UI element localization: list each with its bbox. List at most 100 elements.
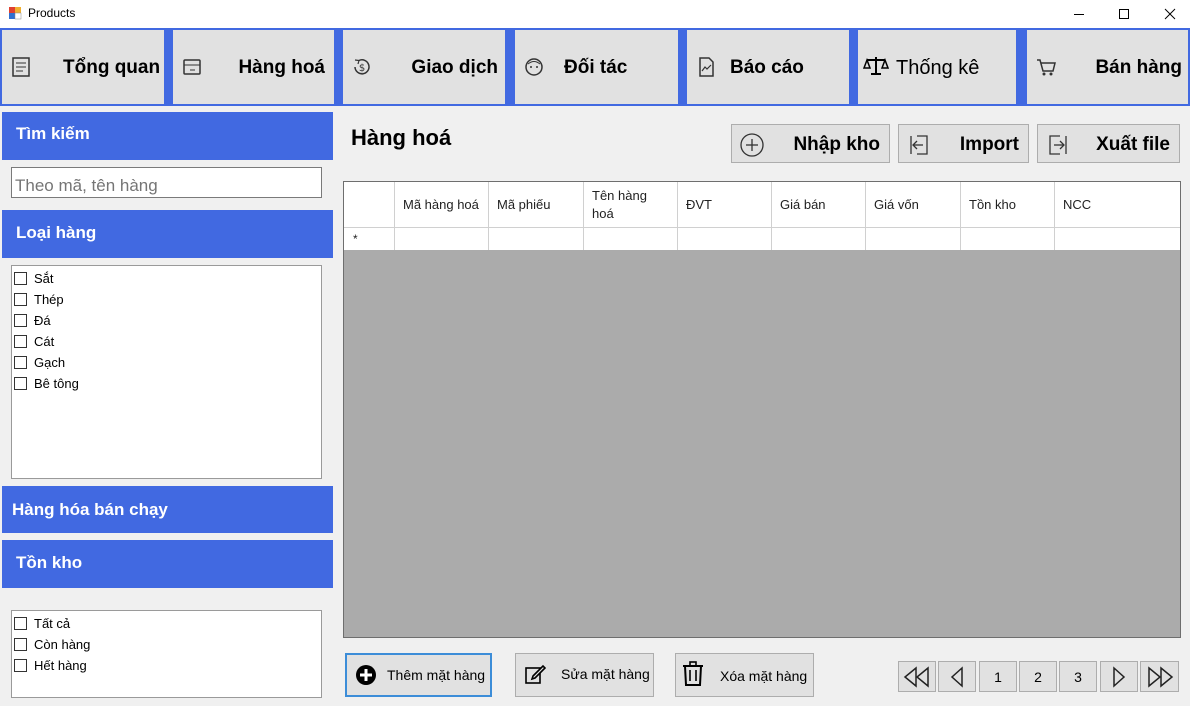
top-nav: Tổng quan Hàng hoá $ Giao dịch Đối tác B…: [0, 28, 1190, 106]
nav-label: Hàng hoá: [238, 57, 325, 78]
nav-giao-dich[interactable]: $ Giao dịch: [343, 30, 505, 104]
nav-thong-ke[interactable]: Thống kê: [858, 30, 1016, 104]
table-cell[interactable]: [489, 228, 584, 250]
chevron-right-icon: [1113, 665, 1126, 688]
page-title: Hàng hoá: [351, 125, 452, 150]
prev-page-button[interactable]: [938, 661, 976, 692]
page-button-3[interactable]: 3: [1059, 661, 1097, 692]
table-cell[interactable]: [1055, 228, 1180, 250]
next-page-button[interactable]: [1100, 661, 1138, 692]
checkbox[interactable]: [14, 313, 27, 327]
scale-icon: [863, 57, 889, 75]
category-item-cat[interactable]: Cát: [14, 331, 54, 351]
row-header[interactable]: *: [344, 228, 395, 250]
row-header-corner: [344, 182, 395, 227]
page-button-1[interactable]: 1: [979, 661, 1017, 692]
nav-hang-hoa[interactable]: Hàng hoá: [173, 30, 334, 104]
document-icon: [12, 57, 30, 77]
window-title: Products: [28, 6, 76, 20]
title-bar: Products: [0, 0, 1190, 28]
chevron-left-icon: [950, 665, 963, 688]
maximize-icon: [1119, 9, 1129, 19]
table-cell[interactable]: [584, 228, 678, 250]
partner-face-icon: [525, 58, 543, 76]
close-button[interactable]: [1147, 0, 1190, 28]
checkbox[interactable]: [14, 616, 27, 630]
table-cell[interactable]: [395, 228, 489, 250]
checkbox[interactable]: [14, 355, 27, 369]
export-file-button[interactable]: Xuất file: [1037, 124, 1180, 163]
grid-header: Mã hàng hoá Mã phiếu Tên hàng hoá ĐVT Gi…: [344, 182, 1180, 228]
stock-item-in-stock[interactable]: Còn hàng: [14, 634, 90, 654]
stock-heading: Tồn kho: [2, 540, 333, 588]
category-item-thep[interactable]: Thép: [14, 289, 64, 309]
nav-ban-hang[interactable]: Bán hàng: [1027, 30, 1188, 104]
report-chart-icon: [699, 57, 714, 77]
table-row-new[interactable]: *: [344, 228, 1180, 250]
column-header[interactable]: NCC: [1055, 182, 1180, 227]
search-heading: Tìm kiếm: [2, 112, 333, 160]
edit-pencil-icon: [525, 664, 546, 684]
trash-icon: [683, 661, 703, 686]
nav-tong-quan[interactable]: Tổng quan: [2, 30, 164, 104]
svg-text:$: $: [359, 63, 365, 74]
category-item-be-tong[interactable]: Bê tông: [14, 373, 79, 393]
table-cell[interactable]: [866, 228, 961, 250]
checkbox[interactable]: [14, 637, 27, 651]
products-grid[interactable]: Mã hàng hoá Mã phiếu Tên hàng hoá ĐVT Gi…: [343, 181, 1181, 638]
column-header[interactable]: Tồn kho: [961, 182, 1055, 227]
box-icon: [183, 59, 201, 75]
import-stock-button[interactable]: Nhập kho: [731, 124, 890, 163]
cart-icon: [1037, 59, 1056, 76]
minimize-icon: [1074, 14, 1084, 15]
category-item-gach[interactable]: Gạch: [14, 352, 65, 372]
bestseller-button[interactable]: Hàng hóa bán chạy: [2, 486, 333, 533]
close-icon: [1164, 8, 1176, 20]
nav-label: Bán hàng: [1095, 57, 1182, 78]
stock-item-out-of-stock[interactable]: Hết hàng: [14, 655, 87, 675]
nav-label: Báo cáo: [730, 57, 804, 78]
plus-circle-filled-icon: [356, 665, 376, 685]
stock-checklist: Tất cả Còn hàng Hết hàng: [11, 610, 322, 698]
nav-label: Thống kê: [896, 57, 980, 79]
table-cell[interactable]: [961, 228, 1055, 250]
nav-bao-cao[interactable]: Báo cáo: [687, 30, 849, 104]
import-icon: [910, 135, 928, 155]
nav-doi-tac[interactable]: Đối tác: [515, 30, 678, 104]
search-input[interactable]: [11, 167, 322, 198]
category-item-da[interactable]: Đá: [14, 310, 51, 330]
add-item-button[interactable]: Thêm mặt hàng: [345, 653, 492, 697]
double-chevron-right-icon: [1147, 665, 1173, 688]
column-header[interactable]: Giá bán: [772, 182, 866, 227]
plus-circle-icon: [740, 133, 764, 157]
nav-label: Tổng quan: [63, 57, 161, 78]
checkbox[interactable]: [14, 292, 27, 306]
first-page-button[interactable]: [898, 661, 936, 692]
column-header[interactable]: ĐVT: [678, 182, 772, 227]
column-header[interactable]: Mã hàng hoá: [395, 182, 489, 227]
nav-label: Đối tác: [564, 57, 628, 78]
import-button[interactable]: Import: [898, 124, 1029, 163]
page-button-2[interactable]: 2: [1019, 661, 1057, 692]
double-chevron-left-icon: [903, 665, 929, 688]
nav-label: Giao dịch: [411, 57, 498, 78]
column-header[interactable]: Tên hàng hoá: [584, 182, 678, 227]
category-item-sat[interactable]: Sắt: [14, 268, 54, 288]
maximize-button[interactable]: [1101, 0, 1147, 28]
column-header[interactable]: Mã phiếu: [489, 182, 584, 227]
table-cell[interactable]: [678, 228, 772, 250]
checkbox[interactable]: [14, 334, 27, 348]
last-page-button[interactable]: [1140, 661, 1179, 692]
edit-item-button[interactable]: Sửa mặt hàng: [515, 653, 654, 697]
dollar-cycle-icon: $: [354, 59, 370, 75]
checkbox[interactable]: [14, 658, 27, 672]
minimize-button[interactable]: [1056, 0, 1102, 28]
category-heading: Loại hàng: [2, 210, 333, 258]
column-header[interactable]: Giá vốn: [866, 182, 961, 227]
category-checklist: Sắt Thép Đá Cát Gạch Bê tông: [11, 265, 322, 479]
delete-item-button[interactable]: Xóa mặt hàng: [675, 653, 814, 697]
checkbox[interactable]: [14, 376, 27, 390]
table-cell[interactable]: [772, 228, 866, 250]
checkbox[interactable]: [14, 271, 27, 285]
stock-item-all[interactable]: Tất cả: [14, 613, 70, 633]
